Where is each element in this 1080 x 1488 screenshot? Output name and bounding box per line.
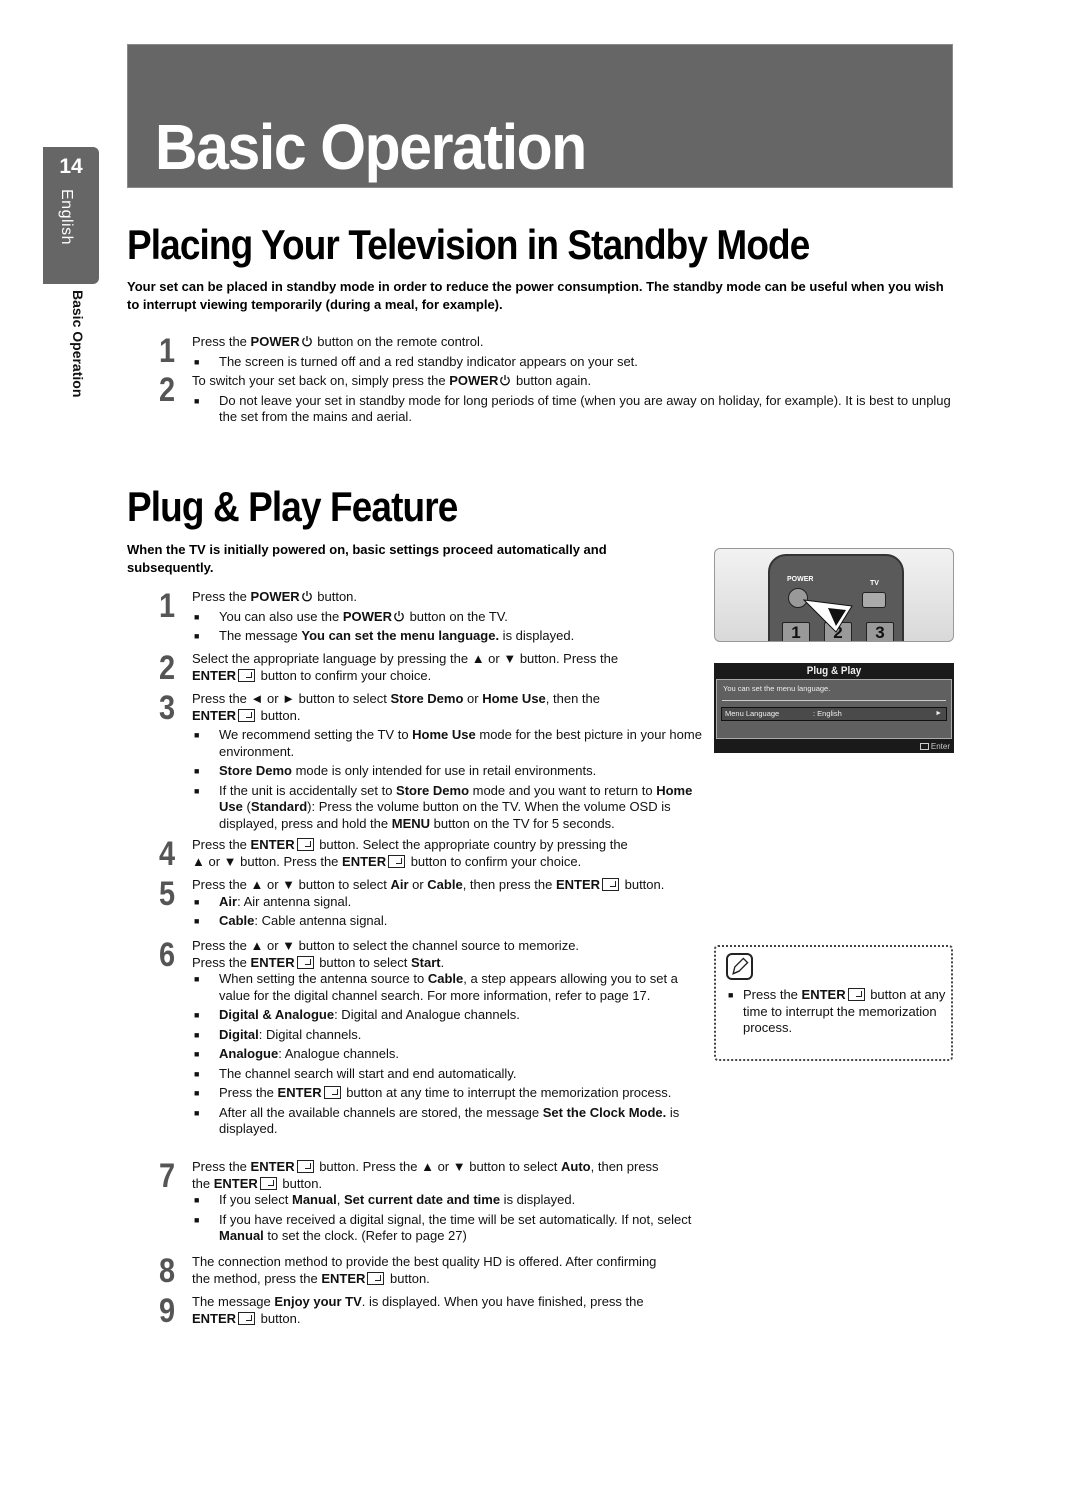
note-box: Press the ENTER button at any time to in… (714, 945, 953, 1061)
step-number: 7 (158, 1157, 176, 1195)
power-icon (301, 591, 312, 602)
enter-icon (847, 988, 865, 1001)
step-number: 9 (158, 1292, 176, 1330)
list-item: Digital & Analogue: Digital and Analogue… (192, 1007, 704, 1024)
step-number: 2 (158, 371, 176, 409)
enter-icon (323, 1086, 341, 1099)
step-number: 8 (158, 1252, 176, 1290)
list-item: Analogue: Analogue channels. (192, 1046, 704, 1063)
step-number: 4 (158, 835, 176, 873)
step-number: 3 (158, 689, 176, 727)
osd-footer: Enter (919, 742, 950, 751)
plugplay-heading: Plug & Play Feature (127, 483, 458, 530)
osd-divider (722, 700, 946, 701)
step-number: 5 (158, 875, 176, 913)
list-item: Store Demo mode is only intended for use… (192, 763, 702, 780)
osd-message: You can set the menu language. (723, 684, 831, 693)
list-item: The message You can set the menu languag… (192, 628, 702, 645)
enter-icon (919, 743, 929, 750)
page-number: 14 (59, 155, 83, 178)
enter-icon (296, 838, 314, 851)
remote-control: POWER TV 1 2 3 (768, 554, 904, 641)
list-item: Press the ENTER button at any time to in… (192, 1085, 704, 1102)
list-item: We recommend setting the TV to Home Use … (192, 727, 702, 760)
list-item: You can also use the POWER button on the… (192, 609, 702, 626)
note-pencil-icon (726, 953, 753, 980)
arrow-right-icon: ► (935, 710, 942, 717)
enter-icon (602, 878, 619, 891)
enter-icon (296, 955, 314, 969)
chapter-title: Basic Operation (155, 111, 587, 183)
list-item: Cable: Cable antenna signal. (192, 913, 712, 930)
osd-title: Plug & Play (806, 665, 862, 677)
enter-icon (238, 668, 256, 682)
list-item: Do not leave your set in standby mode fo… (192, 393, 957, 426)
remote-illustration: POWER TV 1 2 3 (714, 548, 954, 642)
page-tab: 14 English (43, 147, 99, 284)
plugplay-intro: When the TV is initially powered on, bas… (127, 542, 607, 575)
list-item: If you have received a digital signal, t… (192, 1212, 704, 1245)
language-label: English (58, 189, 75, 245)
step-number: 1 (158, 587, 176, 625)
step-number: 2 (158, 649, 176, 687)
note-item: Press the ENTER button at any time to in… (726, 987, 946, 1037)
enter-icon (296, 1160, 314, 1173)
list-item: The channel search will start and end au… (192, 1066, 704, 1083)
section-label: Basic Operation (70, 290, 86, 398)
list-item: Digital: Digital channels. (192, 1027, 704, 1044)
list-item: After all the available channels are sto… (192, 1105, 704, 1138)
chapter-banner: Basic Operation (127, 44, 953, 188)
list-item: Air: Air antenna signal. (192, 894, 712, 911)
list-item: If the unit is accidentally set to Store… (192, 783, 702, 833)
list-item: When setting the antenna source to Cable… (192, 971, 704, 1004)
power-icon (394, 610, 404, 621)
list-item: If you select Manual, Set current date a… (192, 1192, 704, 1209)
standby-intro: Your set can be placed in standby mode i… (127, 279, 944, 312)
step-number: 1 (158, 332, 176, 370)
step-number: 6 (158, 936, 176, 974)
power-icon (301, 336, 312, 347)
pointer-arrow-icon (802, 599, 853, 633)
enter-icon (388, 854, 406, 868)
power-icon (500, 375, 511, 386)
osd-panel: You can set the menu language. Menu Lang… (716, 679, 952, 739)
enter-icon (238, 1311, 256, 1325)
standby-heading: Placing Your Television in Standby Mode (127, 221, 810, 268)
menu-language-row: Menu Language : English ► (721, 707, 947, 721)
enter-icon (238, 708, 256, 722)
osd-screen: Plug & Play You can set the menu languag… (714, 663, 954, 753)
enter-icon (259, 1176, 277, 1190)
list-item: The screen is turned off and a red stand… (192, 354, 952, 371)
enter-icon (367, 1271, 385, 1285)
